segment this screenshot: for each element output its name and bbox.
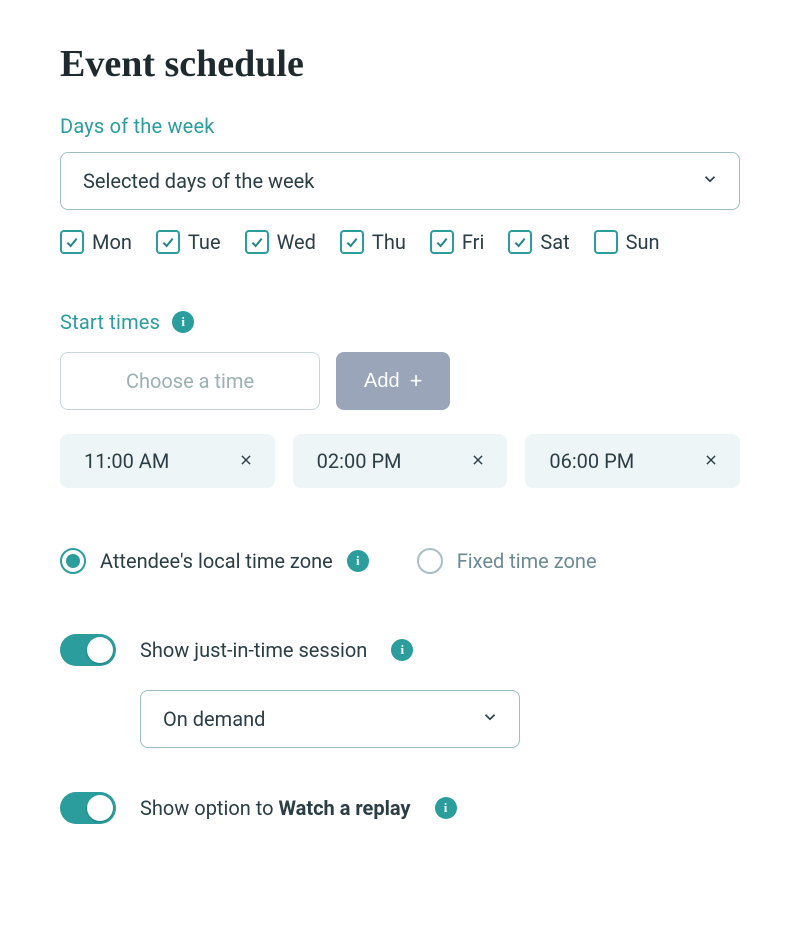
day-sat[interactable]: Sat [508,230,569,254]
day-tue[interactable]: Tue [156,230,221,254]
time-chip: 06:00 PM [525,434,740,488]
info-icon[interactable]: i [435,797,457,819]
days-select-value: Selected days of the week [83,169,314,193]
checkbox[interactable] [594,230,618,254]
checkbox[interactable] [156,230,180,254]
timezone-option[interactable]: Fixed time zone [417,548,597,574]
add-time-button[interactable]: Add + [336,352,450,410]
add-button-label: Add [364,370,400,393]
page-title: Event schedule [60,42,740,86]
timezone-label: Attendee's local time zone [100,549,333,573]
chevron-down-icon [481,707,499,731]
day-label: Sun [626,230,660,254]
day-mon[interactable]: Mon [60,230,132,254]
checkbox[interactable] [245,230,269,254]
day-thu[interactable]: Thu [340,230,406,254]
days-label: Days of the week [60,114,740,138]
plus-icon: + [410,370,423,392]
days-select[interactable]: Selected days of the week [60,152,740,210]
info-icon[interactable]: i [391,639,413,661]
replay-label: Show option to Watch a replay [140,796,411,820]
timezone-label: Fixed time zone [457,549,597,573]
time-chip-label: 06:00 PM [549,449,634,473]
time-chip: 02:00 PM [293,434,508,488]
day-sun[interactable]: Sun [594,230,660,254]
day-fri[interactable]: Fri [430,230,484,254]
radio-button[interactable] [417,548,443,574]
info-icon[interactable]: i [347,550,369,572]
radio-button[interactable] [60,548,86,574]
day-label: Fri [462,230,484,254]
checkbox[interactable] [508,230,532,254]
day-wed[interactable]: Wed [245,230,316,254]
chevron-down-icon [701,169,719,193]
jit-toggle[interactable] [60,634,116,666]
jit-mode-value: On demand [163,707,265,731]
day-label: Wed [277,230,316,254]
time-input-placeholder: Choose a time [126,369,254,393]
jit-label: Show just-in-time session [140,638,367,662]
time-chip: 11:00 AM [60,434,275,488]
jit-mode-select[interactable]: On demand [140,690,520,748]
time-chip-label: 02:00 PM [317,449,402,473]
info-icon[interactable]: i [172,311,194,333]
replay-toggle[interactable] [60,792,116,824]
checkbox[interactable] [340,230,364,254]
remove-time-button[interactable] [700,447,722,476]
remove-time-button[interactable] [467,447,489,476]
time-chip-label: 11:00 AM [84,449,169,473]
day-label: Sat [540,230,569,254]
day-label: Tue [188,230,221,254]
day-label: Mon [92,230,132,254]
time-input[interactable]: Choose a time [60,352,320,410]
checkbox[interactable] [60,230,84,254]
start-times-label: Start times [60,310,160,334]
checkbox[interactable] [430,230,454,254]
timezone-option[interactable]: Attendee's local time zone i [60,548,369,574]
day-label: Thu [372,230,406,254]
remove-time-button[interactable] [235,447,257,476]
